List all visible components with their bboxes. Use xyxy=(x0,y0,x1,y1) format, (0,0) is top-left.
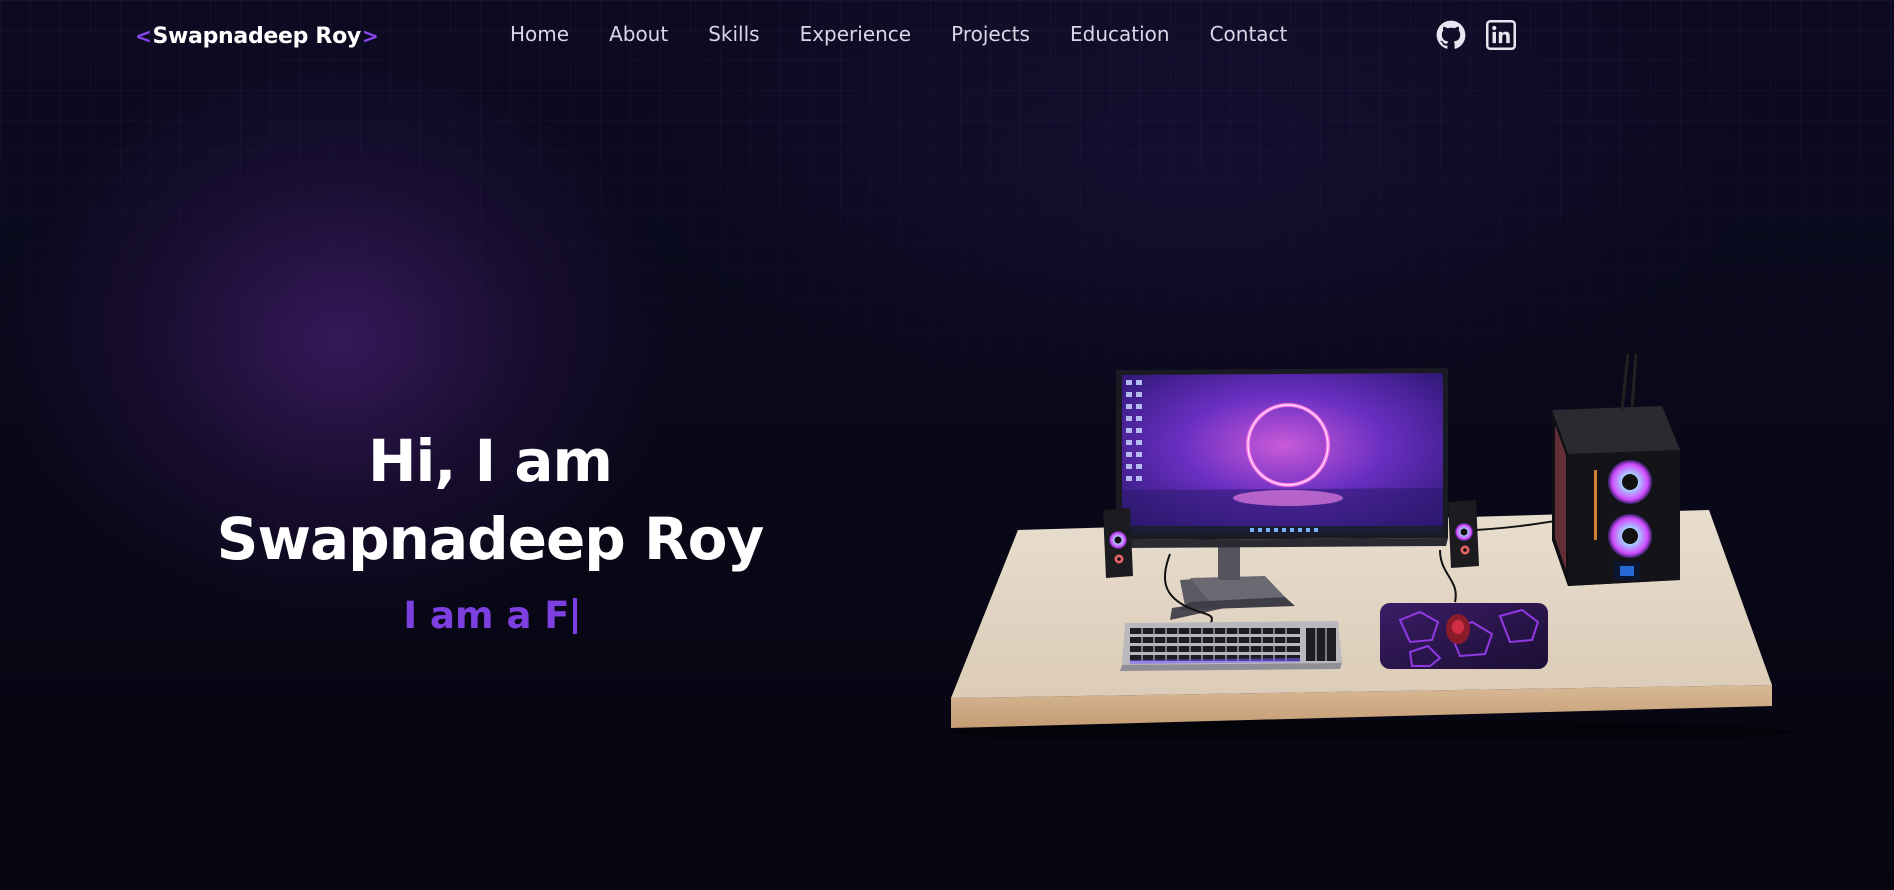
hero-greeting: Hi, I am xyxy=(368,427,613,495)
social-links xyxy=(1436,20,1516,50)
typewriter-cursor xyxy=(572,597,577,634)
linkedin-icon[interactable] xyxy=(1486,20,1516,50)
top-nav: < Swapnadeep Roy > Home About Skills Exp… xyxy=(0,0,1894,72)
nav-experience[interactable]: Experience xyxy=(800,22,912,46)
logo-open-bracket: < xyxy=(135,24,152,48)
logo-close-bracket: > xyxy=(361,24,379,48)
typewriter-text: I am a F xyxy=(403,594,570,637)
hero-text: Hi, I am Swapnadeep Roy I am a F xyxy=(160,422,820,637)
logo-text: Swapnadeep Roy xyxy=(152,23,361,49)
nav-links: Home About Skills Experience Projects Ed… xyxy=(510,22,1287,46)
logo[interactable]: < Swapnadeep Roy > xyxy=(134,20,379,52)
typewriter-role: I am a F xyxy=(403,594,577,637)
github-icon[interactable] xyxy=(1436,20,1466,50)
nav-projects[interactable]: Projects xyxy=(951,22,1030,46)
desk-setup-illustration xyxy=(950,353,1790,740)
page: < Swapnadeep Roy > Home About Skills Exp… xyxy=(0,0,1894,890)
nav-about[interactable]: About xyxy=(609,22,668,46)
hero-title: Hi, I am Swapnadeep Roy xyxy=(160,422,820,578)
nav-home[interactable]: Home xyxy=(510,22,569,46)
nav-skills[interactable]: Skills xyxy=(708,22,759,46)
nav-education[interactable]: Education xyxy=(1070,22,1170,46)
hero-name: Swapnadeep Roy xyxy=(216,505,765,573)
nav-contact[interactable]: Contact xyxy=(1210,22,1288,46)
